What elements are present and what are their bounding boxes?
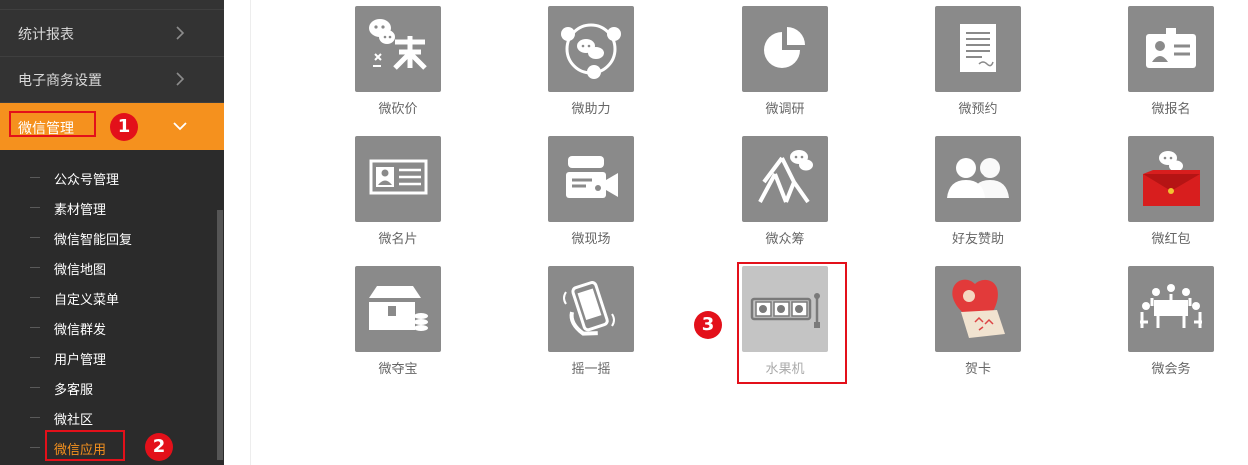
submenu-item-label: 多客服: [54, 383, 94, 398]
submenu-item-smart-reply[interactable]: 微信智能回复: [30, 223, 210, 253]
app-label: 好友赞助: [951, 232, 1004, 247]
greeting-card-icon: [935, 266, 1021, 352]
app-shake[interactable]: 摇一摇: [548, 266, 634, 377]
nav-item-ecommerce-settings[interactable]: 电子商务设置: [0, 57, 224, 103]
tree-line: [30, 327, 40, 328]
submenu-item-official-account[interactable]: 公众号管理: [30, 163, 210, 193]
document-icon: [935, 6, 1021, 92]
nav-item-label: 统计报表: [18, 27, 74, 43]
meeting-icon: [1128, 266, 1214, 352]
submenu-item-label: 微信群发: [54, 323, 107, 338]
annotation-badge-1: 1: [110, 113, 138, 141]
submenu-item-label: 自定义菜单: [54, 293, 120, 308]
app-label: 微现场: [571, 232, 611, 247]
app-red-envelope[interactable]: 微红包: [1128, 136, 1214, 247]
app-label: 微夺宝: [378, 362, 418, 377]
submenu-item-custom-menu[interactable]: 自定义菜单: [30, 283, 210, 313]
app-treasure[interactable]: 微夺宝: [355, 266, 441, 377]
app-survey[interactable]: 微调研: [742, 6, 828, 117]
annotation-badge-2: 2: [145, 433, 173, 461]
submenu-item-customer-service[interactable]: 多客服: [30, 373, 210, 403]
tree-line: [30, 417, 40, 418]
tree-line: [30, 237, 40, 238]
tree-line: [30, 207, 40, 208]
nav-item-label: 电子商务设置: [18, 73, 102, 89]
annotation-box-1: [9, 111, 96, 137]
sidebar-scrollbar[interactable]: [217, 210, 223, 460]
tree-line: [30, 447, 40, 448]
assist-circle-icon: [548, 6, 634, 92]
bargain-chat-icon: [355, 6, 441, 92]
annotation-box-2: [45, 430, 125, 461]
divider: [0, 9, 224, 10]
id-badge-icon: [1128, 6, 1214, 92]
app-label: 微会务: [1151, 362, 1191, 377]
app-assist[interactable]: 微助力: [548, 6, 634, 117]
submenu-item-label: 微社区: [54, 413, 94, 428]
submenu-item-label: 公众号管理: [54, 173, 120, 188]
app-label: 微众筹: [765, 232, 805, 247]
submenu-item-label: 微信地图: [54, 263, 107, 278]
app-fruit-machine[interactable]: 水果机: [742, 266, 828, 377]
app-label: 微调研: [765, 102, 805, 117]
submenu: 公众号管理 素材管理 微信智能回复 微信地图 自定义菜单 微信群发 用户管理 多…: [0, 150, 224, 465]
treasure-chest-icon: [355, 266, 441, 352]
app-business-card[interactable]: 微名片: [355, 136, 441, 247]
app-label: 微报名: [1151, 102, 1191, 117]
tree-line: [30, 387, 40, 388]
tree-line: [30, 357, 40, 358]
shake-phone-icon: [548, 266, 634, 352]
submenu-item-wechat-map[interactable]: 微信地图: [30, 253, 210, 283]
app-live[interactable]: 微现场: [548, 136, 634, 247]
business-card-icon: [355, 136, 441, 222]
friends-icon: [935, 136, 1021, 222]
app-bargain[interactable]: 微砍价: [355, 6, 441, 117]
app-label: 微预约: [958, 102, 998, 117]
app-meeting[interactable]: 微会务: [1128, 266, 1214, 377]
submenu-item-label: 微信智能回复: [54, 233, 133, 248]
crowd-icon: [742, 136, 828, 222]
slot-machine-icon: [742, 266, 828, 352]
pie-chart-icon: [742, 6, 828, 92]
app-friend-sponsor[interactable]: 好友赞助: [935, 136, 1021, 247]
chevron-right-icon: [176, 72, 185, 86]
content-divider: [250, 0, 251, 465]
video-camera-icon: [548, 136, 634, 222]
red-envelope-icon: [1128, 136, 1214, 222]
app-label: 贺卡: [964, 362, 991, 377]
sidebar: 统计报表 电子商务设置 微信管理 公众号管理 素材管理 微信智能回复 微信地图 …: [0, 0, 224, 465]
app-reservation[interactable]: 微预约: [935, 6, 1021, 117]
app-label: 微助力: [571, 102, 611, 117]
app-label: 摇一摇: [571, 362, 611, 377]
submenu-item-label: 素材管理: [54, 203, 107, 218]
chevron-down-icon: [173, 122, 187, 131]
nav-item-stats-reports[interactable]: 统计报表: [0, 11, 224, 57]
app-label: 水果机: [765, 362, 805, 377]
app-label: 微砍价: [378, 102, 418, 117]
app-crowdfunding[interactable]: 微众筹: [742, 136, 828, 247]
chevron-right-icon: [176, 26, 185, 40]
tree-line: [30, 267, 40, 268]
app-label: 微名片: [378, 232, 418, 247]
app-registration[interactable]: 微报名: [1128, 6, 1214, 117]
tree-line: [30, 177, 40, 178]
submenu-item-label: 用户管理: [54, 353, 107, 368]
submenu-item-community[interactable]: 微社区: [30, 403, 210, 433]
app-label: 微红包: [1151, 232, 1191, 247]
tree-line: [30, 297, 40, 298]
submenu-item-user-management[interactable]: 用户管理: [30, 343, 210, 373]
submenu-item-materials[interactable]: 素材管理: [30, 193, 210, 223]
submenu-item-mass-send[interactable]: 微信群发: [30, 313, 210, 343]
annotation-badge-3: 3: [694, 311, 722, 339]
app-greeting-card[interactable]: 贺卡: [935, 266, 1021, 377]
